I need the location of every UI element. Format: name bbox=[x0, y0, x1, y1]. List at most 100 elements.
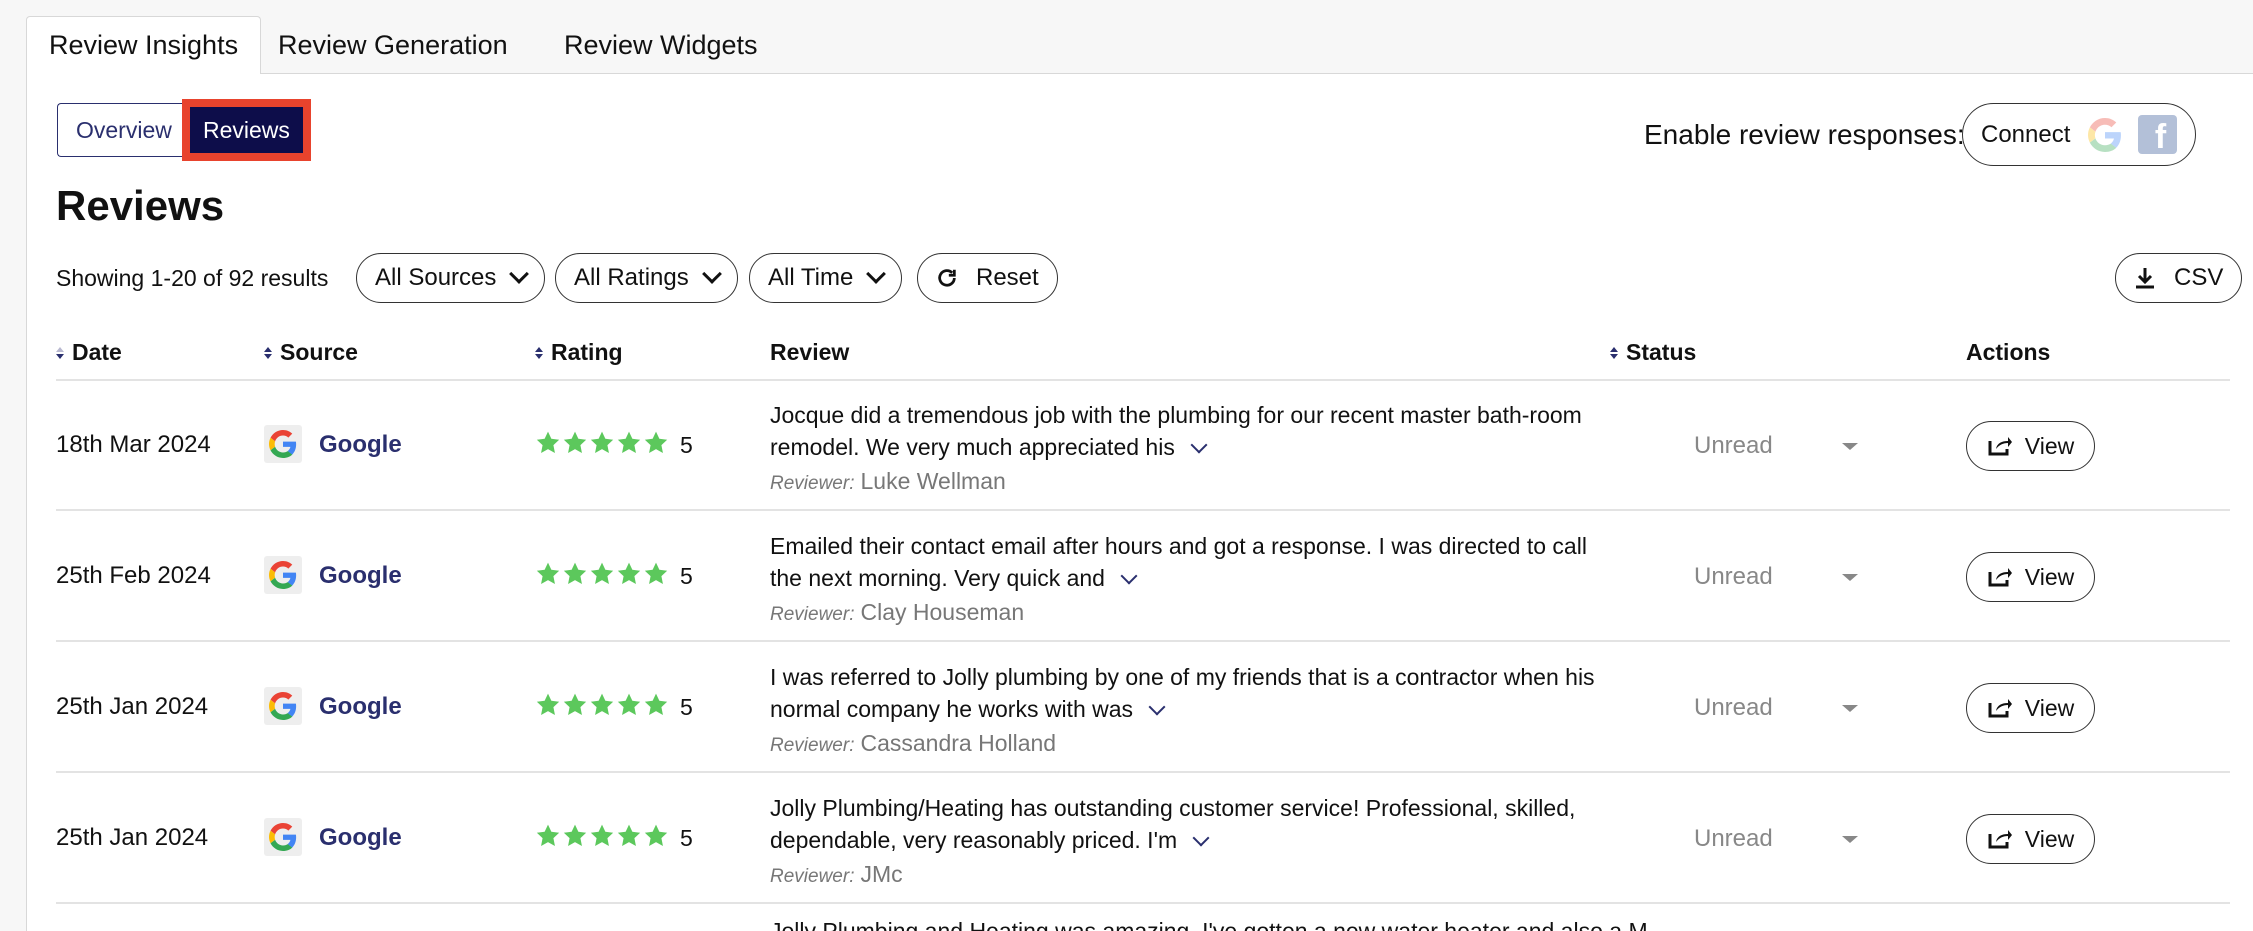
review-date: 25th Jan 2024 bbox=[56, 824, 209, 851]
reviews-label: Reviews bbox=[203, 116, 290, 143]
overview-button[interactable]: Overview bbox=[57, 103, 182, 157]
review-text: Jolly Plumbing/Heating has outstanding c… bbox=[770, 792, 1600, 856]
star-icon bbox=[563, 693, 587, 715]
caret-down-icon[interactable] bbox=[1842, 443, 1858, 450]
star-icon bbox=[590, 431, 614, 453]
caret-down-icon[interactable] bbox=[1842, 574, 1858, 581]
tab-label: Review Insights bbox=[49, 30, 239, 60]
star-icon bbox=[644, 431, 668, 453]
review-excerpt: Emailed their contact email after hours … bbox=[770, 533, 1587, 591]
sort-icon bbox=[1610, 346, 1618, 359]
expand-chevron-icon[interactable] bbox=[1190, 436, 1208, 454]
source-link[interactable]: Google bbox=[319, 431, 402, 459]
reviewer-label: Reviewer: bbox=[770, 866, 855, 887]
sources-filter[interactable]: All Sources bbox=[356, 253, 546, 303]
reviewer: Reviewer: Clay Houseman bbox=[770, 599, 1024, 626]
review-excerpt: Jocque did a tremendous job with the plu… bbox=[770, 402, 1582, 460]
status-dropdown[interactable]: Unread bbox=[1694, 563, 1773, 591]
ratings-filter-label: All Ratings bbox=[574, 264, 689, 291]
star-icon bbox=[617, 431, 641, 453]
review-text: Emailed their contact email after hours … bbox=[770, 530, 1600, 594]
row-divider bbox=[56, 509, 2230, 511]
status-dropdown[interactable]: Unread bbox=[1694, 825, 1773, 853]
star-icon bbox=[590, 562, 614, 584]
rating-value: 5 bbox=[680, 825, 693, 851]
expand-chevron-icon[interactable] bbox=[1192, 829, 1210, 847]
tab-review-generation[interactable]: Review Generation bbox=[256, 16, 530, 74]
reset-label: Reset bbox=[976, 264, 1039, 291]
time-filter[interactable]: All Time bbox=[749, 253, 903, 303]
expand-chevron-icon[interactable] bbox=[1120, 567, 1138, 585]
review-date: 18th Mar 2024 bbox=[56, 431, 211, 458]
reset-button[interactable]: Reset bbox=[917, 253, 1058, 303]
star-icon bbox=[536, 431, 560, 453]
source-link[interactable]: Google bbox=[319, 824, 402, 852]
review-date: 25th Feb 2024 bbox=[56, 562, 211, 589]
star-icon bbox=[644, 824, 668, 846]
table-row: 18th Mar 2024 Google 5 Jocque did a trem… bbox=[0, 381, 2253, 512]
google-icon bbox=[264, 687, 302, 725]
reviewer: Reviewer: Luke Wellman bbox=[770, 468, 1006, 495]
star-icon bbox=[536, 562, 560, 584]
reviewer: Reviewer: Cassandra Holland bbox=[770, 730, 1056, 757]
tab-review-insights[interactable]: Review Insights bbox=[26, 16, 262, 74]
view-button[interactable]: View bbox=[1966, 814, 2095, 864]
share-icon bbox=[1988, 437, 2012, 456]
share-icon bbox=[1988, 830, 2012, 849]
chevron-down-icon bbox=[701, 264, 722, 284]
view-label: View bbox=[2024, 825, 2075, 852]
refresh-icon bbox=[938, 269, 956, 287]
table-row: 25th Jan 2024 Google 5 I was referred to… bbox=[0, 643, 2253, 774]
review-date: 25th Jan 2024 bbox=[56, 693, 209, 720]
caret-down-icon[interactable] bbox=[1842, 705, 1858, 712]
star-icon bbox=[644, 562, 668, 584]
column-header-date[interactable]: Date bbox=[56, 339, 122, 366]
star-icon bbox=[563, 562, 587, 584]
column-header-rating[interactable]: Rating bbox=[535, 339, 623, 366]
row-divider bbox=[56, 640, 2230, 642]
caret-down-icon[interactable] bbox=[1842, 836, 1858, 843]
view-button[interactable]: View bbox=[1966, 683, 2095, 733]
source-link[interactable]: Google bbox=[319, 562, 402, 590]
chevron-down-icon bbox=[866, 264, 887, 284]
reviewer: Reviewer: JMc bbox=[770, 861, 903, 888]
overview-label: Overview bbox=[76, 116, 172, 143]
status-dropdown[interactable]: Unread bbox=[1694, 432, 1773, 460]
star-rating bbox=[535, 692, 669, 718]
csv-download-button[interactable]: CSV bbox=[2115, 253, 2243, 303]
sort-icon bbox=[535, 346, 543, 359]
reviewer-name: JMc bbox=[860, 861, 903, 887]
enable-responses-label: Enable review responses: bbox=[1644, 119, 1965, 150]
reviews-button-highlight: Reviews bbox=[182, 99, 311, 161]
view-label: View bbox=[2024, 563, 2075, 590]
view-button[interactable]: View bbox=[1966, 421, 2095, 471]
status-dropdown[interactable]: Unread bbox=[1694, 694, 1773, 722]
csv-label: CSV bbox=[2174, 264, 2224, 291]
star-icon bbox=[590, 824, 614, 846]
column-header-source[interactable]: Source bbox=[264, 339, 358, 366]
review-text: I was referred to Jolly plumbing by one … bbox=[770, 661, 1600, 725]
star-icon bbox=[563, 824, 587, 846]
partial-review-text: Jolly Plumbing and Heating was amazing. … bbox=[770, 918, 1667, 931]
star-rating bbox=[535, 561, 669, 587]
column-header-status[interactable]: Status bbox=[1610, 339, 1696, 366]
rating-value: 5 bbox=[680, 432, 693, 458]
source-link[interactable]: Google bbox=[319, 693, 402, 721]
rating-value: 5 bbox=[680, 694, 693, 720]
sort-icon bbox=[56, 346, 64, 359]
sort-icon bbox=[264, 346, 272, 359]
ratings-filter[interactable]: All Ratings bbox=[555, 253, 738, 303]
star-icon bbox=[644, 693, 668, 715]
connect-label: Connect bbox=[1981, 120, 2071, 148]
star-icon bbox=[536, 693, 560, 715]
rating-value: 5 bbox=[680, 563, 693, 589]
google-icon bbox=[264, 818, 302, 856]
review-excerpt: Jolly Plumbing/Heating has outstanding c… bbox=[770, 795, 1576, 853]
tab-review-widgets[interactable]: Review Widgets bbox=[542, 16, 780, 74]
view-button[interactable]: View bbox=[1966, 552, 2095, 602]
column-header-actions: Actions bbox=[1966, 339, 2050, 366]
reviewer-name: Clay Houseman bbox=[860, 599, 1025, 625]
column-header-review: Review bbox=[770, 339, 849, 366]
reviews-button[interactable]: Reviews bbox=[190, 107, 303, 153]
expand-chevron-icon[interactable] bbox=[1148, 698, 1166, 716]
